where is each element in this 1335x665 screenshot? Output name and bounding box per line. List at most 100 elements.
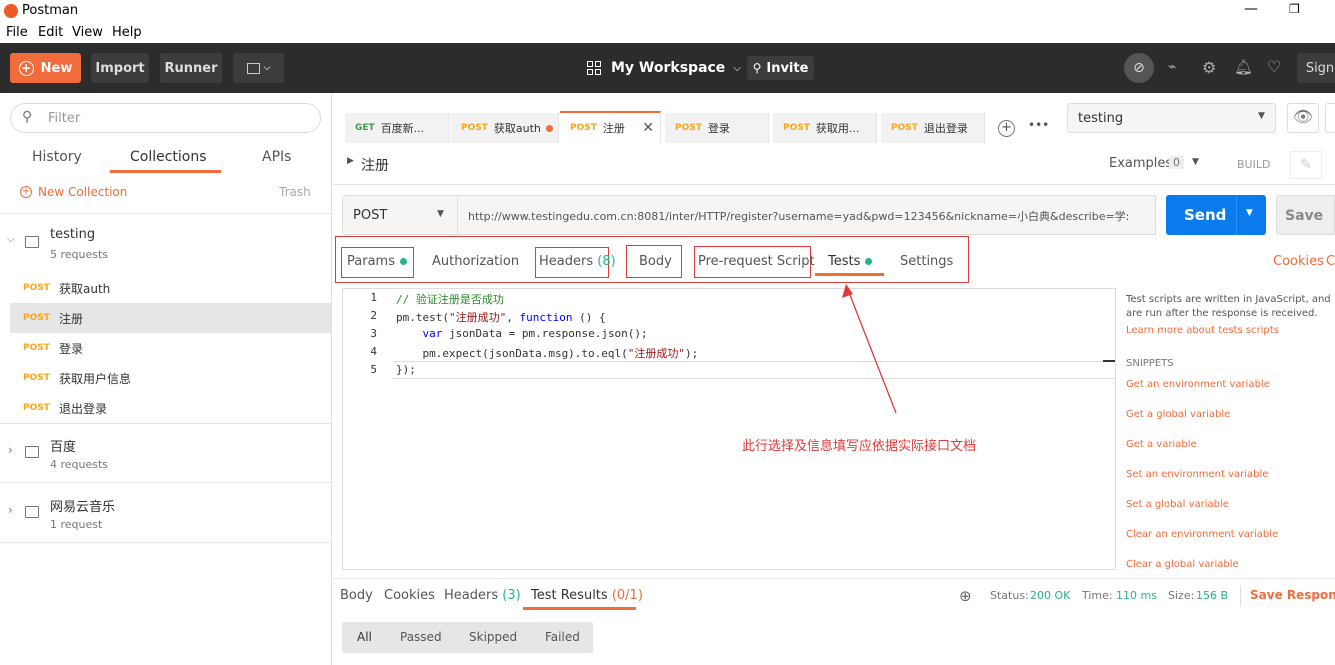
gear-icon[interactable]: ⚙: [1202, 58, 1216, 77]
satellite-icon[interactable]: ⌁: [1168, 59, 1176, 75]
method-select[interactable]: POST ▼: [342, 195, 458, 235]
list-item[interactable]: POST 获取用户信息: [0, 363, 331, 393]
request-tab[interactable]: GET 百度新...: [345, 113, 450, 143]
filter-failed[interactable]: Failed: [545, 630, 580, 644]
tab-name: 退出登录: [923, 122, 968, 135]
runner-button[interactable]: Runner: [160, 53, 222, 83]
menu-help[interactable]: Help: [112, 25, 142, 40]
new-collection-button[interactable]: + New Collection: [20, 185, 127, 199]
caret-right-icon[interactable]: ▶: [347, 156, 354, 166]
tab-body[interactable]: Body: [639, 254, 672, 269]
snippet-link[interactable]: Clear a global variable: [1126, 559, 1239, 570]
caret-down-icon[interactable]: ▼: [1246, 208, 1253, 218]
caret-down-icon: ▼: [1258, 111, 1265, 121]
list-item[interactable]: POST 登录: [0, 333, 331, 363]
tab-prerequest-script[interactable]: Pre-request Script: [698, 254, 815, 269]
save-button[interactable]: Save: [1276, 195, 1335, 235]
tab-name: 获取auth: [493, 122, 541, 135]
request-tab[interactable]: POST 获取用...: [773, 113, 877, 143]
collection-baidu[interactable]: › 百度 4 requests: [0, 423, 331, 483]
url-input[interactable]: http://www.testingedu.com.cn:8081/inter/…: [457, 195, 1156, 235]
edit-icon[interactable]: ✎: [1290, 151, 1322, 179]
invite-button[interactable]: ⚲ Invite: [747, 56, 814, 80]
heart-icon[interactable]: ♡: [1267, 57, 1281, 76]
workspace-switcher[interactable]: My Workspace ⌵: [587, 57, 741, 79]
add-tab-icon[interactable]: +: [998, 120, 1015, 137]
active-tab-underline: [815, 273, 884, 276]
collection-testing[interactable]: ⌵ testing 5 requests: [0, 214, 331, 274]
collection-netease[interactable]: › 网易云音乐 1 request: [0, 483, 331, 543]
invite-label: Invite: [766, 60, 809, 76]
bell-icon[interactable]: 🔔︎: [1234, 58, 1253, 76]
request-tab[interactable]: POST 获取auth: [451, 113, 559, 143]
list-item[interactable]: POST 退出登录: [0, 393, 331, 423]
response-tab-test-results[interactable]: Test Results (0/1): [531, 588, 643, 603]
tab-apis[interactable]: APIs: [262, 149, 291, 165]
import-button[interactable]: Import: [91, 53, 149, 83]
sign-in-button[interactable]: Sign: [1297, 53, 1335, 83]
tab-params[interactable]: Params: [347, 254, 407, 269]
list-item[interactable]: POST 注册: [10, 303, 331, 333]
snippet-link[interactable]: Get an environment variable: [1126, 379, 1270, 390]
filter-skipped[interactable]: Skipped: [469, 630, 517, 644]
response-tab-headers[interactable]: Headers (3): [444, 588, 521, 603]
snippets-title: SNIPPETS: [1126, 358, 1174, 369]
test-results-label: Test Results: [531, 588, 608, 603]
snippet-link[interactable]: Get a variable: [1126, 439, 1197, 450]
new-collection-label: New Collection: [38, 185, 128, 199]
response-tab-body[interactable]: Body: [340, 588, 373, 603]
list-item[interactable]: POST 获取auth: [0, 273, 331, 303]
request-tab[interactable]: POST 登录: [665, 113, 769, 143]
response-tab-cookies[interactable]: Cookies: [384, 588, 435, 603]
learn-more-link[interactable]: Learn more about tests scripts: [1126, 325, 1279, 336]
snippet-link[interactable]: Set a global variable: [1126, 499, 1229, 510]
tab-settings[interactable]: Settings: [900, 254, 953, 269]
tab-authorization[interactable]: Authorization: [432, 254, 519, 269]
more-icon[interactable]: •••: [1028, 118, 1049, 132]
code-editor[interactable]: 1 2 3 4 5 // 验证注册是否成功 pm.test("注册成功", fu…: [342, 288, 1116, 570]
snippet-link[interactable]: Set an environment variable: [1126, 469, 1268, 480]
save-response-button[interactable]: Save Response: [1250, 588, 1335, 602]
examples-count: 0: [1169, 156, 1184, 169]
examples-label[interactable]: Examples: [1109, 156, 1172, 171]
tab-collections[interactable]: Collections: [130, 149, 207, 165]
caret-down-icon[interactable]: ▼: [1192, 157, 1199, 167]
cookies-link[interactable]: Cookies: [1273, 254, 1324, 269]
globe-icon[interactable]: ⊕: [959, 587, 972, 605]
headers-count: (3): [502, 588, 521, 603]
close-icon[interactable]: ✕: [642, 120, 654, 136]
send-button[interactable]: Send ▼: [1166, 195, 1266, 235]
test-filter-group: All Passed Skipped Failed: [342, 622, 593, 653]
code-lines: // 验证注册是否成功 pm.test("注册成功", function () …: [396, 291, 1096, 391]
tab-headers[interactable]: Headers (8): [539, 254, 616, 269]
settings-edge[interactable]: [1325, 103, 1335, 133]
eye-icon[interactable]: 👁︎: [1287, 103, 1319, 133]
request-tab[interactable]: POST 退出登录: [881, 113, 985, 143]
trash-link[interactable]: Trash: [279, 185, 311, 199]
new-button[interactable]: + New: [10, 53, 81, 83]
sync-off-icon[interactable]: ⊘: [1124, 53, 1154, 83]
tab-name: 获取用...: [815, 122, 860, 135]
filter-all[interactable]: All: [357, 630, 372, 644]
resize-handle[interactable]: [1103, 360, 1115, 362]
request-tab-active[interactable]: POST 注册 ✕: [560, 111, 661, 143]
new-window-button[interactable]: ⌵: [233, 53, 284, 83]
filter-passed[interactable]: Passed: [400, 630, 442, 644]
environment-select[interactable]: testing ▼: [1067, 103, 1276, 133]
snippet-link[interactable]: Get a global variable: [1126, 409, 1230, 420]
tab-history[interactable]: History: [32, 149, 82, 165]
collection-name: 网易云音乐: [50, 500, 116, 515]
restore-button[interactable]: ❐: [1289, 2, 1300, 16]
request-title-bar: ▶ 注册 Examples 0 ▼ BUILD ✎: [333, 143, 1335, 185]
code-link[interactable]: C: [1326, 254, 1335, 269]
method-badge: POST: [23, 313, 50, 323]
minimize-button[interactable]: —: [1244, 1, 1258, 17]
filter-box[interactable]: ⚲ Filter: [10, 103, 321, 133]
snippet-link[interactable]: Clear an environment variable: [1126, 529, 1278, 540]
tab-tests[interactable]: Tests: [828, 254, 873, 269]
menu-file[interactable]: File: [6, 25, 28, 40]
menu-edit[interactable]: Edit: [38, 25, 63, 40]
build-label[interactable]: BUILD: [1237, 158, 1270, 171]
postman-logo-icon: [4, 4, 18, 18]
menu-view[interactable]: View: [72, 25, 103, 40]
